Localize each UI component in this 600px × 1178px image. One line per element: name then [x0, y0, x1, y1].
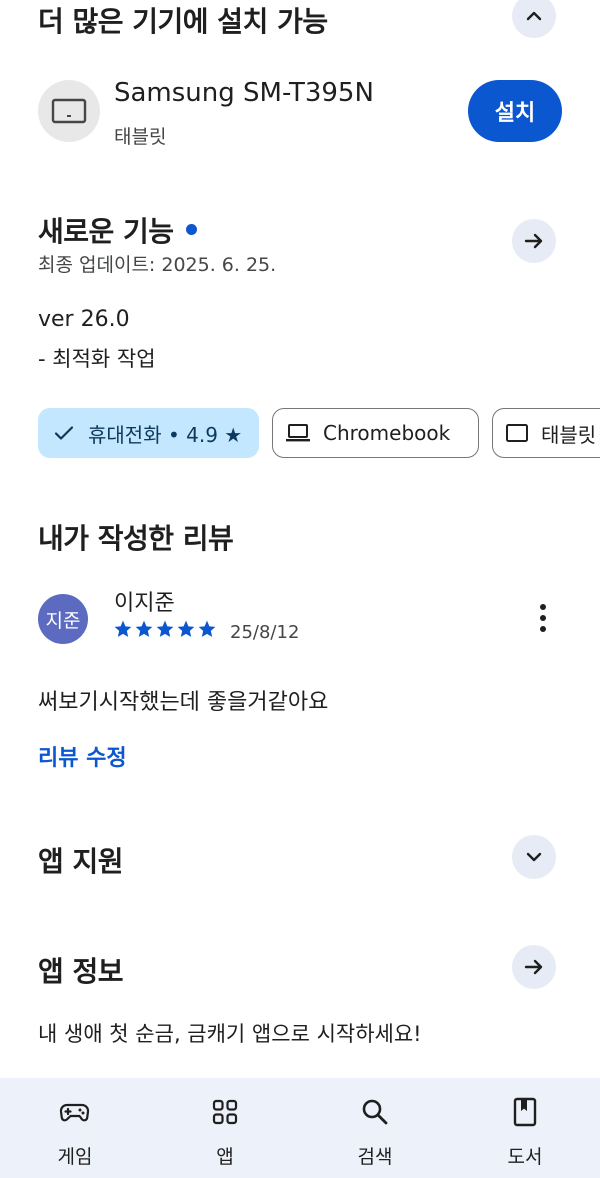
- device-name: Samsung SM-T395N: [114, 78, 374, 108]
- whats-new-title: 새로운 기능: [38, 215, 174, 248]
- chevron-up-icon: [526, 11, 542, 21]
- review-text: 써보기시작했는데 좋을거같아요: [38, 690, 329, 715]
- avatar: 지준: [38, 594, 88, 644]
- chip-chromebook[interactable]: Chromebook: [272, 408, 479, 458]
- app-support-expand-button[interactable]: [512, 835, 556, 879]
- app-support-title: 앱 지원: [38, 845, 124, 878]
- laptop-icon: [286, 424, 310, 442]
- whats-new-title-row: 새로운 기능: [38, 210, 197, 250]
- star-icon: [114, 620, 132, 637]
- nav-apps[interactable]: 앱: [150, 1078, 300, 1178]
- apps-grid-icon: [212, 1099, 238, 1125]
- chip-tablet-label: 태블릿: [541, 422, 597, 447]
- release-notes: - 최적화 작업: [38, 347, 156, 371]
- app-info-description: 내 생애 첫 순금, 금캐기 앱으로 시작하세요!: [38, 1022, 422, 1046]
- last-updated: 최종 업데이트: 2025. 6. 25.: [38, 254, 277, 276]
- star-icon: [156, 620, 174, 637]
- nav-books-label: 도서: [507, 1146, 543, 1168]
- search-icon: [362, 1099, 388, 1125]
- more-devices-title: 더 많은 기기에 설치 가능: [38, 5, 328, 38]
- device-type: 태블릿: [114, 126, 167, 148]
- nav-games[interactable]: 게임: [0, 1078, 150, 1178]
- chip-chromebook-label: Chromebook: [323, 421, 451, 445]
- tablet-icon: [506, 424, 528, 442]
- chip-phone[interactable]: 휴대전화 • 4.9 ★: [38, 408, 259, 458]
- version-text: ver 26.0: [38, 307, 130, 332]
- check-icon: [54, 426, 74, 440]
- review-date: 25/8/12: [230, 622, 300, 643]
- install-button[interactable]: 설치: [468, 80, 562, 142]
- arrow-right-icon: [524, 959, 543, 975]
- whats-new-arrow-button[interactable]: [512, 219, 556, 263]
- tablet-icon: [51, 98, 87, 124]
- nav-books[interactable]: 도서: [450, 1078, 600, 1178]
- app-info-title: 앱 정보: [38, 955, 124, 988]
- nav-apps-label: 앱: [216, 1146, 234, 1168]
- new-indicator-dot: [185, 223, 197, 235]
- edit-review-link[interactable]: 리뷰 수정: [38, 740, 127, 772]
- my-review-title: 내가 작성한 리뷰: [38, 522, 234, 555]
- gamepad-icon: [59, 1103, 90, 1122]
- chevron-down-icon: [526, 852, 542, 862]
- star-icon: [198, 620, 216, 637]
- more-options-icon[interactable]: [528, 600, 558, 636]
- star-rating: [113, 619, 217, 639]
- chip-phone-label: 휴대전화 • 4.9 ★: [88, 422, 243, 447]
- app-info-arrow-button[interactable]: [512, 945, 556, 989]
- device-avatar: [38, 80, 100, 142]
- reviewer-name: 이지준: [114, 591, 175, 616]
- nav-search[interactable]: 검색: [300, 1078, 450, 1178]
- star-icon: [177, 620, 195, 637]
- arrow-right-icon: [524, 233, 543, 249]
- nav-games-label: 게임: [57, 1146, 93, 1168]
- bottom-navigation: 게임 앱 검색 도서: [0, 1078, 600, 1178]
- book-icon: [513, 1097, 537, 1127]
- star-icon: [135, 620, 153, 637]
- nav-search-label: 검색: [357, 1146, 393, 1168]
- collapse-button[interactable]: [512, 0, 556, 38]
- chip-tablet[interactable]: 태블릿: [492, 408, 600, 458]
